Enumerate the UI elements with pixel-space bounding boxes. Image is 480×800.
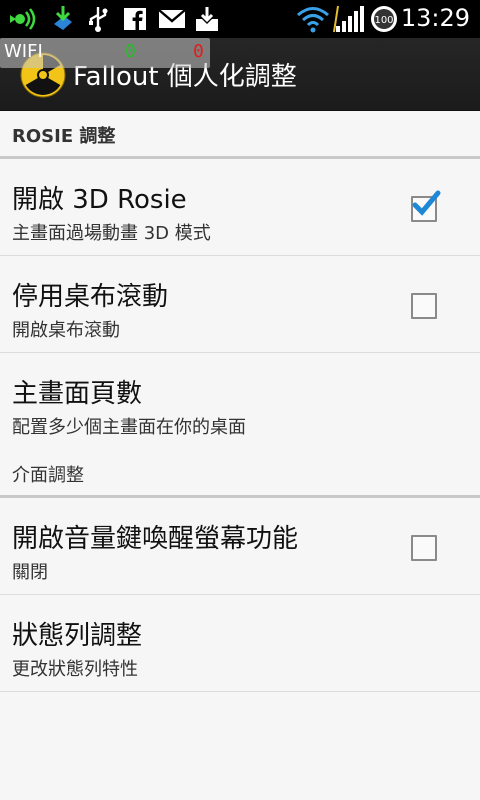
signal-bars-icon xyxy=(332,5,366,33)
category-header: 介面調整 xyxy=(12,465,84,486)
settings-list: ROSIE 調整 開啟 3D Rosie 主畫面過場動畫 3D 模式 停用桌布滾… xyxy=(0,110,480,692)
checkmark-icon xyxy=(412,190,441,216)
facebook-icon xyxy=(124,5,146,33)
usb-icon xyxy=(86,5,110,33)
app-download-icon xyxy=(48,5,78,33)
category-header: ROSIE 調整 xyxy=(12,126,116,147)
pref-title: 主畫面頁數 xyxy=(12,379,143,409)
wifi-download-count: 0 xyxy=(193,41,204,62)
category-rosie: ROSIE 調整 xyxy=(0,110,480,159)
pref-title: 開啟 3D Rosie xyxy=(12,185,187,215)
checkbox-unchecked[interactable] xyxy=(411,535,437,561)
pref-title: 狀態列調整 xyxy=(12,621,143,651)
pref-homescreen-pages[interactable]: 主畫面頁數 配置多少個主畫面在你的桌面 xyxy=(0,353,480,449)
pref-title: 停用桌布滾動 xyxy=(12,282,169,312)
pref-summary: 主畫面過場動畫 3D 模式 xyxy=(12,223,211,244)
pref-disable-wallpaper-scroll[interactable]: 停用桌布滾動 開啟桌布滾動 xyxy=(0,256,480,353)
pref-summary: 開啟桌布滾動 xyxy=(12,320,120,341)
pref-summary: 配置多少個主畫面在你的桌面 xyxy=(12,417,246,438)
checkbox-unchecked[interactable] xyxy=(411,293,437,319)
pref-summary: 關閉 xyxy=(12,562,48,583)
pref-enable-3d-rosie[interactable]: 開啟 3D Rosie 主畫面過場動畫 3D 模式 xyxy=(0,159,480,256)
wifi-label: WIFI xyxy=(4,41,43,62)
battery-icon: 100 xyxy=(368,5,400,33)
wifi-icon xyxy=(296,5,330,33)
pref-title: 開啟音量鍵喚醒螢幕功能 xyxy=(12,524,299,554)
pref-volume-wake[interactable]: 開啟音量鍵喚醒螢幕功能 關閉 xyxy=(0,498,480,595)
mail-icon xyxy=(158,5,186,33)
signal-sound-icon xyxy=(8,5,38,33)
svg-text:100: 100 xyxy=(374,15,393,26)
pref-statusbar-tweaks[interactable]: 狀態列調整 更改狀態列特性 xyxy=(0,595,480,692)
pref-summary: 更改狀態列特性 xyxy=(12,659,138,680)
category-interface: 介面調整 xyxy=(0,449,480,498)
status-time: 13:29 xyxy=(400,4,470,32)
wifi-upload-count: 0 xyxy=(125,41,136,62)
checkbox-checked[interactable] xyxy=(411,190,441,222)
wifi-traffic-overlay: WIFI 0 0 xyxy=(0,38,210,68)
status-bar: 100 13:29 xyxy=(0,0,480,38)
download-icon xyxy=(194,5,220,33)
